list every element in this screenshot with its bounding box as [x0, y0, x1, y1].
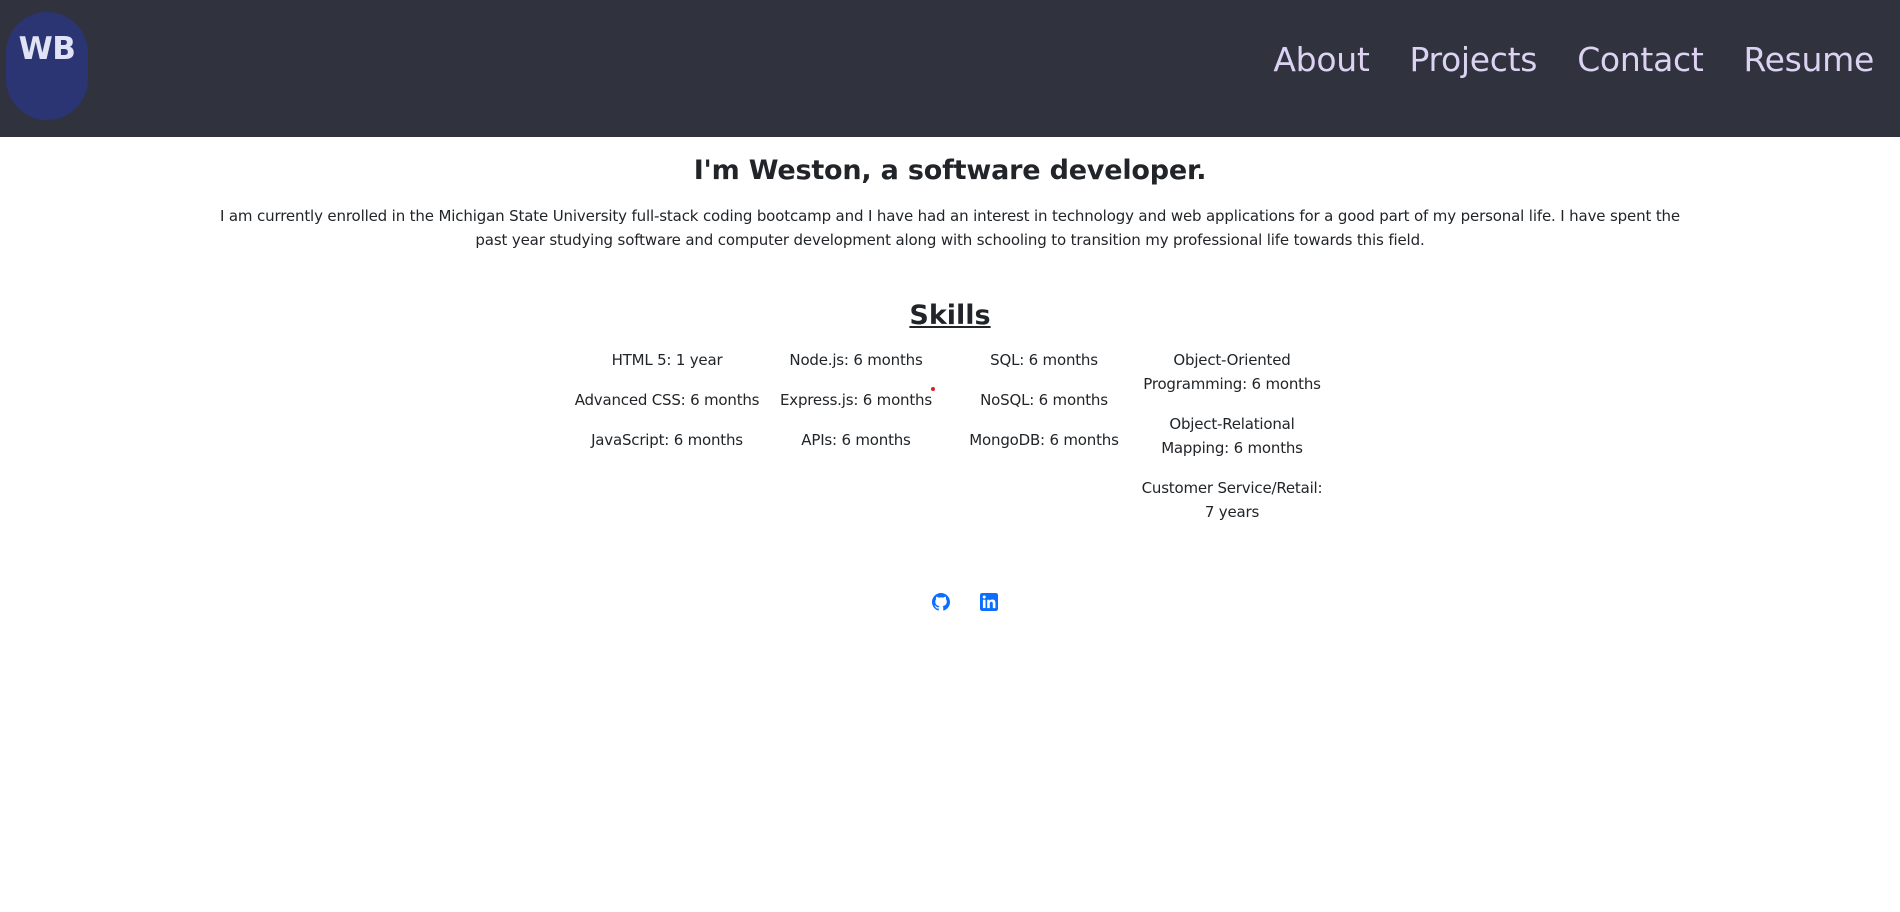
skill-item: MongoDB: 6 months: [969, 431, 1119, 449]
skill-item: NoSQL: 6 months: [980, 391, 1108, 409]
social-links: [932, 593, 998, 611]
skills-column-1: HTML 5: 1 year Advanced CSS: 6 months Ja…: [572, 348, 762, 452]
skills-column-3: SQL: 6 months NoSQL: 6 months MongoDB: 6…: [962, 348, 1126, 452]
hero-paragraph: I am currently enrolled in the Michigan …: [219, 207, 1680, 249]
skills-title: Skills: [909, 300, 991, 331]
skill-item: Customer Service/Retail: 7 years: [1141, 479, 1323, 521]
skill-item: SQL: 6 months: [990, 351, 1098, 369]
nav-about-link[interactable]: About: [1273, 37, 1369, 83]
navbar: WB About Projects Contact Resume: [0, 0, 1900, 137]
skill-item: Object-Relational Mapping: 6 months: [1161, 415, 1303, 457]
skill-item: Advanced CSS: 6 months: [574, 391, 760, 409]
skill-item: HTML 5: 1 year: [611, 351, 723, 369]
skill-item: Express.js: 6 months: [780, 391, 932, 409]
linkedin-icon[interactable]: [980, 593, 998, 611]
nav-projects-link[interactable]: Projects: [1409, 37, 1537, 83]
skills-column-2: Node.js: 6 months Express.js: 6 months A…: [778, 348, 934, 452]
nav-links: About Projects Contact Resume: [1273, 37, 1874, 83]
skills-column-4: Object-Oriented Programming: 6 months Ob…: [1136, 348, 1328, 524]
hero-title: I'm Weston, a software developer.: [693, 155, 1207, 186]
skill-item: JavaScript: 6 months: [591, 431, 743, 449]
red-dot-mark: [931, 387, 935, 391]
skill-item: Node.js: 6 months: [789, 351, 923, 369]
logo[interactable]: WB: [6, 12, 88, 120]
skill-item: Object-Oriented Programming: 6 months: [1143, 351, 1321, 393]
github-icon[interactable]: [932, 593, 950, 611]
nav-resume-link[interactable]: Resume: [1743, 37, 1874, 83]
nav-contact-link[interactable]: Contact: [1577, 37, 1704, 83]
skill-item: APIs: 6 months: [801, 431, 911, 449]
